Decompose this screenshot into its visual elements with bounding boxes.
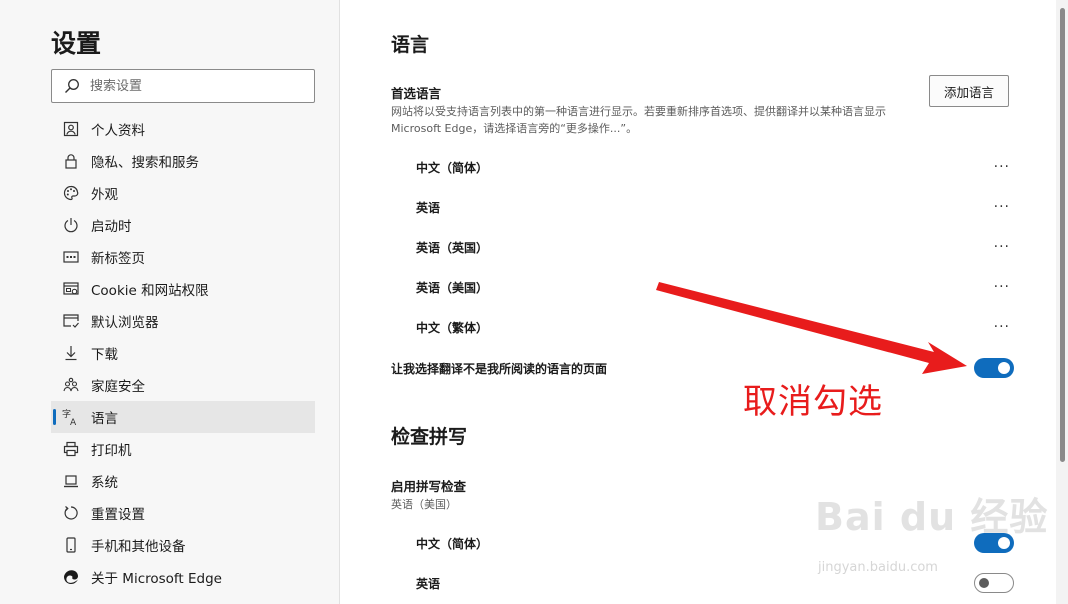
sidebar-item-label: 手机和其他设备 bbox=[91, 539, 186, 555]
sidebar-item-label: 外观 bbox=[91, 187, 118, 203]
sidebar-item-reset[interactable]: 重置设置 bbox=[51, 497, 315, 529]
sidebar-item-system[interactable]: 系统 bbox=[51, 465, 315, 497]
watermark-url: jingyan.baidu.com bbox=[818, 560, 938, 575]
sidebar-item-label: 关于 Microsoft Edge bbox=[91, 571, 222, 587]
spellcheck-section-title: 检查拼写 bbox=[391, 426, 468, 448]
sidebar-item-label: 隐私、搜索和服务 bbox=[91, 155, 199, 171]
sidebar-item-appearance[interactable]: 外观 bbox=[51, 177, 315, 209]
sidebar-item-label: 系统 bbox=[91, 475, 118, 491]
sidebar-item-family[interactable]: 家庭安全 bbox=[51, 369, 315, 401]
download-icon bbox=[62, 344, 80, 362]
translate-toggle-label: 让我选择翻译不是我所阅读的语言的页面 bbox=[391, 361, 608, 376]
more-actions-button[interactable]: ··· bbox=[990, 319, 1014, 335]
language-name: 英语（英国） bbox=[416, 240, 489, 255]
sidebar-item-label: 下载 bbox=[91, 347, 118, 363]
sidebar-item-cookies[interactable]: Cookie 和网站权限 bbox=[51, 273, 315, 305]
printer-icon bbox=[62, 440, 80, 458]
language-row: 英语（英国） ··· bbox=[416, 227, 1014, 267]
language-name: 中文（繁体） bbox=[416, 320, 489, 335]
more-actions-button[interactable]: ··· bbox=[990, 199, 1014, 215]
toggle-knob bbox=[979, 578, 989, 588]
svg-text:A: A bbox=[70, 418, 77, 426]
preferred-languages-title: 首选语言 bbox=[391, 86, 442, 101]
language-row: 英语 ··· bbox=[416, 187, 1014, 227]
language-name: 中文（简体） bbox=[416, 160, 489, 175]
sidebar-item-language[interactable]: 字A 语言 bbox=[51, 401, 315, 433]
spellcheck-language-name: 中文（简体） bbox=[416, 536, 489, 551]
sidebar-item-about[interactable]: 关于 Microsoft Edge bbox=[51, 561, 315, 593]
language-section-title: 语言 bbox=[391, 34, 430, 56]
power-icon bbox=[62, 216, 80, 234]
annotation-text: 取消勾选 bbox=[743, 382, 883, 422]
language-icon: 字A bbox=[62, 408, 80, 426]
main-scrollbar[interactable] bbox=[1056, 0, 1068, 604]
sidebar-item-label: 默认浏览器 bbox=[91, 315, 159, 331]
add-language-button[interactable]: 添加语言 bbox=[929, 75, 1009, 107]
settings-sidebar: 设置 个人资料 隐私、搜索和服务 外观 bbox=[0, 0, 340, 604]
scrollbar-thumb[interactable] bbox=[1060, 8, 1065, 462]
language-row: 英语（美国） ··· bbox=[416, 267, 1014, 307]
sidebar-item-profile[interactable]: 个人资料 bbox=[51, 113, 315, 145]
palette-icon bbox=[62, 184, 80, 202]
sidebar-item-downloads[interactable]: 下载 bbox=[51, 337, 315, 369]
spellcheck-language-name: 英语 bbox=[416, 576, 441, 591]
search-icon bbox=[65, 79, 79, 93]
translate-toggle-row: 让我选择翻译不是我所阅读的语言的页面 bbox=[391, 355, 1014, 381]
edge-logo-icon bbox=[62, 568, 80, 586]
sidebar-item-devices[interactable]: 手机和其他设备 bbox=[51, 529, 315, 561]
new-tab-icon bbox=[62, 248, 80, 266]
language-name: 英语（美国） bbox=[416, 280, 489, 295]
lock-icon bbox=[62, 152, 80, 170]
profile-icon bbox=[62, 120, 80, 138]
sidebar-item-printers[interactable]: 打印机 bbox=[51, 433, 315, 465]
language-row: 中文（简体） ··· bbox=[416, 147, 1014, 187]
translate-toggle[interactable] bbox=[974, 358, 1014, 378]
sidebar-item-privacy[interactable]: 隐私、搜索和服务 bbox=[51, 145, 315, 177]
sidebar-item-new-tab[interactable]: 新标签页 bbox=[51, 241, 315, 273]
more-actions-button[interactable]: ··· bbox=[990, 159, 1014, 175]
preferred-languages-description: 网站将以受支持语言列表中的第一种语言进行显示。若要重新排序首选项、提供翻译并以某… bbox=[391, 105, 886, 135]
site-permissions-icon bbox=[62, 280, 80, 298]
family-icon bbox=[62, 376, 80, 394]
sidebar-item-label: 个人资料 bbox=[91, 123, 145, 139]
search-input[interactable] bbox=[88, 77, 292, 95]
sidebar-item-label: 打印机 bbox=[91, 443, 132, 459]
toggle-knob bbox=[998, 362, 1010, 374]
search-box[interactable] bbox=[51, 69, 315, 103]
settings-nav: 个人资料 隐私、搜索和服务 外观 启动时 新标签页 Cookie 和网站权限 默… bbox=[51, 113, 315, 593]
language-name: 英语 bbox=[416, 200, 441, 215]
language-row: 中文（繁体） ··· bbox=[416, 307, 1014, 347]
sidebar-item-label: 新标签页 bbox=[91, 251, 145, 267]
reset-icon bbox=[62, 504, 80, 522]
enable-spellcheck-title: 启用拼写检查 bbox=[391, 479, 467, 494]
laptop-icon bbox=[62, 472, 80, 490]
more-actions-button[interactable]: ··· bbox=[990, 239, 1014, 255]
sidebar-title: 设置 bbox=[51, 29, 102, 58]
baidu-watermark: Bai du 经验 bbox=[815, 486, 1048, 541]
sidebar-item-label: 重置设置 bbox=[91, 507, 145, 523]
spellcheck-language-toggle[interactable] bbox=[974, 573, 1014, 593]
sidebar-item-label: 语言 bbox=[91, 411, 118, 427]
sidebar-item-label: 启动时 bbox=[91, 219, 132, 235]
phone-icon bbox=[62, 536, 80, 554]
sidebar-item-label: Cookie 和网站权限 bbox=[91, 283, 209, 299]
watermark-text: Bai du 经验 bbox=[815, 495, 1049, 539]
sidebar-item-label: 家庭安全 bbox=[91, 379, 145, 395]
more-actions-button[interactable]: ··· bbox=[990, 279, 1014, 295]
sidebar-item-default-browser[interactable]: 默认浏览器 bbox=[51, 305, 315, 337]
sidebar-item-startup[interactable]: 启动时 bbox=[51, 209, 315, 241]
default-browser-icon bbox=[62, 312, 80, 330]
